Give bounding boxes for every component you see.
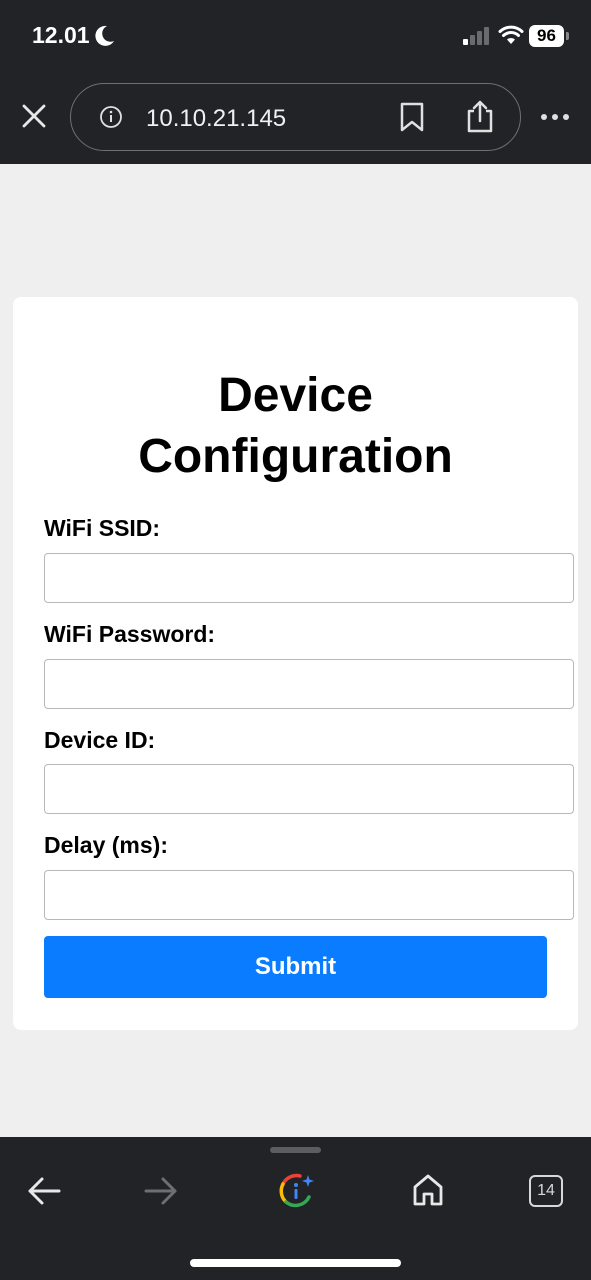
page-title: Device Configuration xyxy=(13,365,578,487)
forward-icon[interactable] xyxy=(143,1175,179,1207)
password-input[interactable] xyxy=(44,659,574,709)
device-id-label: Device ID: xyxy=(44,727,156,753)
signal-icon xyxy=(463,27,489,45)
battery-tip xyxy=(566,32,569,40)
battery-indicator: 96 xyxy=(529,25,564,47)
bookmark-icon[interactable] xyxy=(399,102,425,132)
delay-input[interactable] xyxy=(44,870,574,920)
submit-button[interactable]: Submit xyxy=(44,936,547,998)
browser-bottom-bar: 14 xyxy=(0,1137,591,1280)
tabs-button[interactable]: 14 xyxy=(529,1175,563,1207)
browser-top-bar: 12.01 96 10.10.21.145 xyxy=(0,0,591,164)
share-icon[interactable] xyxy=(466,99,494,133)
home-icon[interactable] xyxy=(411,1173,445,1207)
home-indicator xyxy=(190,1259,401,1267)
ssid-label: WiFi SSID: xyxy=(44,515,161,541)
title-line-2: Configuration xyxy=(138,430,453,483)
password-label: WiFi Password: xyxy=(44,621,216,647)
wifi-icon xyxy=(498,25,524,44)
close-icon[interactable] xyxy=(20,102,48,130)
ssid-input[interactable] xyxy=(44,553,574,603)
status-time: 12.01 xyxy=(32,22,90,48)
address-bar[interactable]: 10.10.21.145 xyxy=(70,83,521,151)
url-text[interactable]: 10.10.21.145 xyxy=(146,105,286,133)
device-id-input[interactable] xyxy=(44,764,574,814)
moon-icon xyxy=(95,25,114,46)
config-card: Device Configuration WiFi SSID: WiFi Pas… xyxy=(13,297,578,1030)
delay-label: Delay (ms): xyxy=(44,832,168,858)
more-icon[interactable] xyxy=(540,113,570,121)
info-icon[interactable] xyxy=(99,105,123,129)
title-line-1: Device xyxy=(218,369,373,422)
sheet-handle[interactable] xyxy=(270,1147,321,1153)
back-icon[interactable] xyxy=(26,1175,62,1207)
google-lens-icon[interactable] xyxy=(278,1173,316,1209)
